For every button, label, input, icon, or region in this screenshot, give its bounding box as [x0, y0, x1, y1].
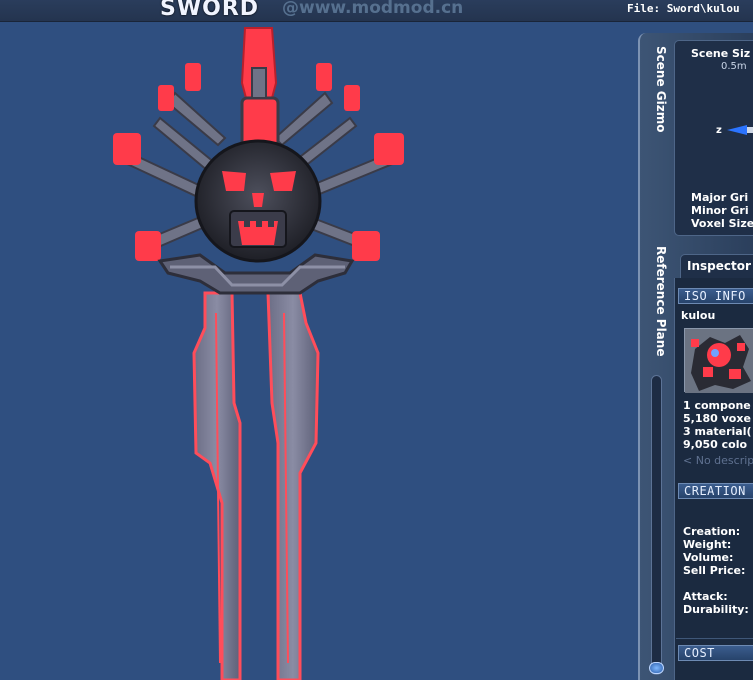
- weight-label: Weight:: [683, 538, 732, 551]
- inspector-tab-label: Inspector: [687, 259, 751, 273]
- major-grid-label: Major Gri: [691, 191, 749, 204]
- viewport-3d[interactable]: [0, 23, 640, 680]
- sword-model[interactable]: [0, 23, 640, 680]
- tab-inspector[interactable]: Inspector: [680, 254, 753, 278]
- axis-z-label: z: [716, 125, 722, 136]
- iso-name: kulou: [681, 309, 716, 322]
- title-bar: SWORD @www.modmod.cn File: Sword\kulou: [0, 0, 753, 22]
- durability-label: Durability:: [683, 603, 749, 616]
- voxel-size-label: Voxel Size: [691, 217, 753, 230]
- scene-size-label: Scene Siz: [691, 47, 751, 60]
- stat-colors: 9,050 colo: [683, 438, 748, 451]
- tab-reference-plane[interactable]: Reference Plane: [648, 246, 668, 356]
- creation-label: Creation:: [683, 525, 741, 538]
- creation-header[interactable]: CREATION: [678, 483, 753, 499]
- description-field[interactable]: < No descrip: [683, 454, 753, 467]
- scene-size-value: 0.5m: [721, 61, 747, 72]
- watermark: @www.modmod.cn: [282, 0, 464, 18]
- iso-thumbnail: [684, 328, 753, 393]
- iso-info-header[interactable]: ISO INFO: [678, 288, 753, 304]
- scene-gizmo-panel: Scene Siz 0.5m z Major Gri Minor Gri Vox…: [674, 40, 753, 236]
- attack-label: Attack:: [683, 590, 728, 603]
- stat-materials: 3 material(: [683, 425, 752, 438]
- minor-grid-label: Minor Gri: [691, 204, 749, 217]
- axis-arrow-icon[interactable]: [727, 125, 753, 135]
- tab-scene-gizmo[interactable]: Scene Gizmo: [648, 46, 668, 132]
- file-path: File: Sword\kulou: [627, 2, 740, 15]
- app-title: SWORD: [160, 0, 260, 21]
- cost-header[interactable]: COST: [678, 645, 753, 661]
- sell-price-label: Sell Price:: [683, 564, 746, 577]
- reference-plane-slider[interactable]: [651, 375, 662, 675]
- slider-handle[interactable]: [649, 662, 664, 674]
- divider: [676, 638, 753, 639]
- stat-components: 1 compone: [683, 399, 751, 412]
- blade-right: [266, 291, 320, 680]
- volume-label: Volume:: [683, 551, 734, 564]
- stat-voxels: 5,180 voxe: [683, 412, 751, 425]
